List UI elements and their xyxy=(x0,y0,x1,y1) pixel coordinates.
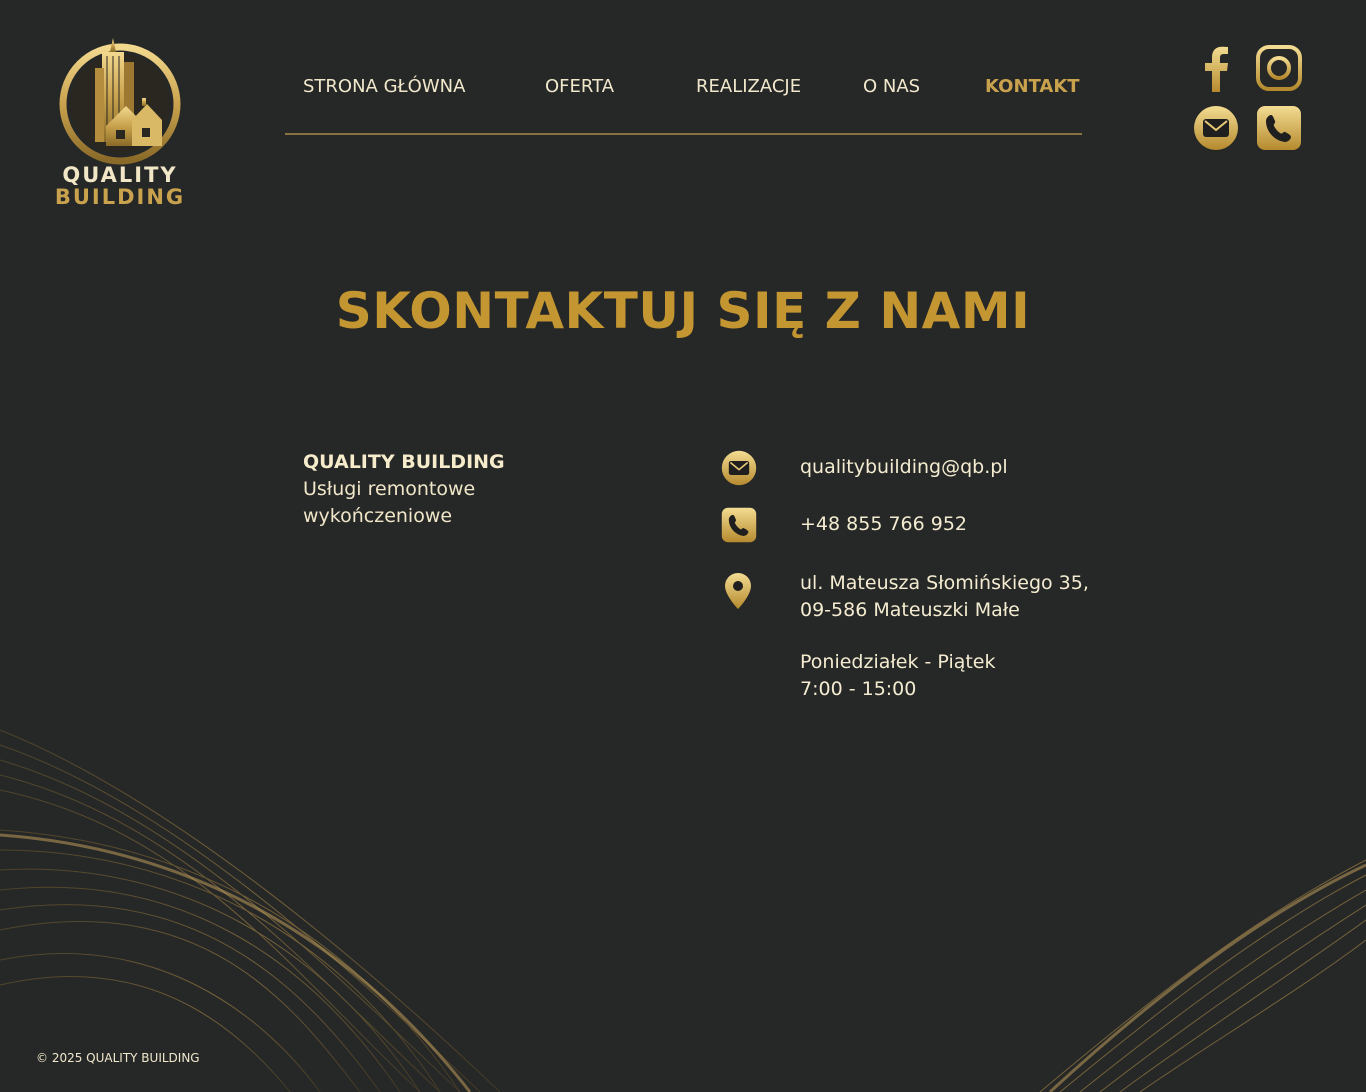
site-logo[interactable]: QUALITY BUILDING xyxy=(50,36,190,208)
logo-text-quality: QUALITY xyxy=(62,163,178,187)
facebook-icon[interactable] xyxy=(1198,44,1234,92)
footer-copyright: © 2025 QUALITY BUILDING xyxy=(36,1051,200,1065)
address-line2: 09-586 Mateuszki Małe xyxy=(800,599,1020,621)
company-desc-line1: Usługi remontowe xyxy=(303,478,476,500)
logo-emblem-icon xyxy=(59,38,181,165)
company-info: QUALITY BUILDING Usługi remontowe wykońc… xyxy=(303,449,633,530)
phone-contact-icon xyxy=(721,507,757,547)
location-pin-icon xyxy=(724,572,752,614)
background-waves xyxy=(0,729,1366,1092)
address-line1: ul. Mateusza Słomińskiego 35, xyxy=(800,572,1089,594)
contact-hours: Poniedziałek - Piątek 7:00 - 15:00 xyxy=(800,649,996,703)
company-desc-line2: wykończeniowe xyxy=(303,505,453,527)
contact-phone[interactable]: +48 855 766 952 xyxy=(800,511,967,538)
company-name: QUALITY BUILDING xyxy=(303,451,505,473)
contact-address: ul. Mateusza Słomińskiego 35, 09-586 Mat… xyxy=(800,570,1089,624)
nav-item-about[interactable]: O NAS xyxy=(863,76,920,97)
phone-icon[interactable] xyxy=(1256,105,1302,151)
nav-item-contact[interactable]: KONTAKT xyxy=(985,76,1080,97)
instagram-icon[interactable] xyxy=(1256,45,1302,91)
contact-email[interactable]: qualitybuilding@qb.pl xyxy=(800,454,1008,481)
logo-text-building: BUILDING xyxy=(54,185,186,209)
contact-page: QUALITY BUILDING STRONA GŁÓWNA OFERTA RE… xyxy=(0,0,1366,1092)
hours-time: 7:00 - 15:00 xyxy=(800,678,917,700)
nav-item-projects[interactable]: REALIZACJE xyxy=(696,76,801,97)
page-title: SKONTAKTUJ SIĘ Z NAMI xyxy=(335,282,1031,340)
mail-icon[interactable] xyxy=(1193,105,1239,151)
hours-days: Poniedziałek - Piątek xyxy=(800,651,996,673)
main-nav: STRONA GŁÓWNA OFERTA REALIZACJE O NAS KO… xyxy=(285,60,1082,135)
email-contact-icon xyxy=(721,450,757,490)
nav-item-offer[interactable]: OFERTA xyxy=(545,76,614,97)
nav-item-home[interactable]: STRONA GŁÓWNA xyxy=(303,76,465,97)
